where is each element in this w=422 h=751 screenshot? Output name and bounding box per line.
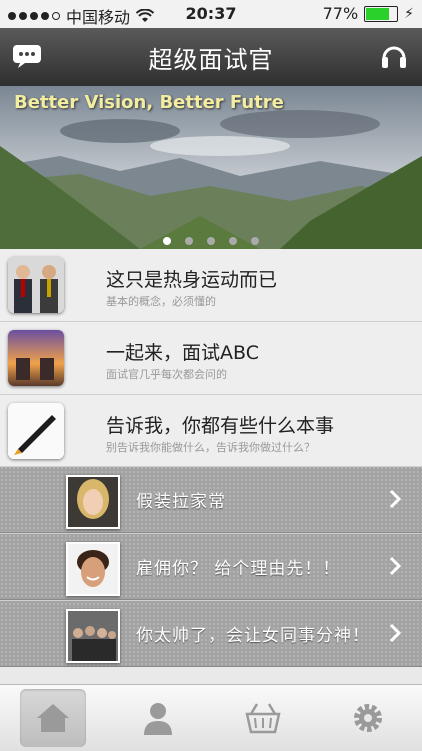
handshake-photo (8, 257, 64, 313)
featured-item[interactable]: 你太帅了，会让女同事分神！ (0, 600, 422, 667)
pen-paper-icon (8, 403, 64, 459)
battery-percent: 77% (322, 4, 359, 23)
list-item-title: 一起来，面试ABC (106, 342, 259, 364)
page-indicator[interactable] (0, 237, 422, 245)
status-bar: 中国移动 20:37 77% ⚡ (0, 0, 422, 28)
person-icon (143, 703, 172, 735)
featured-item-label: 雇佣你？ 给个理由先！！ (136, 559, 341, 579)
smiling-woman-photo (66, 542, 120, 596)
featured-item[interactable]: 雇佣你？ 给个理由先！！ (0, 533, 422, 600)
charging-icon: ⚡ (404, 5, 414, 22)
page-dot[interactable] (163, 237, 171, 245)
list-item-subtitle: 别告诉我你能做什么，告诉我你做过什么？ (106, 441, 315, 454)
list-item[interactable]: 告诉我，你都有些什么本事 别告诉我你能做什么，告诉我你做过什么？ (0, 395, 422, 468)
page-dot[interactable] (251, 237, 259, 245)
banner-tagline: Better Vision, Better Futre (14, 92, 284, 113)
tab-home[interactable] (0, 685, 105, 751)
tab-profile[interactable] (105, 685, 210, 751)
band-photo (66, 609, 120, 663)
featured-item-label: 假装拉家常 (136, 492, 226, 512)
banner-carousel[interactable]: Better Vision, Better Futre (0, 86, 422, 249)
headphones-icon[interactable] (380, 42, 408, 70)
home-icon (36, 704, 69, 732)
page-dot[interactable] (229, 237, 237, 245)
list-item-subtitle: 面试官几乎每次都会问的 (106, 368, 227, 381)
list-item-title: 这只是热身运动而已 (106, 269, 278, 291)
chevron-right-icon (389, 623, 402, 643)
list-item-title: 告诉我，你都有些什么本事 (106, 415, 335, 437)
battery-icon (364, 5, 399, 22)
app-title: 超级面试官 (148, 46, 274, 74)
battery-fill (366, 7, 390, 20)
battery-area: 77% ⚡ (323, 4, 414, 23)
featured-list: 假装拉家常 雇佣你？ 给个理由先！！ 你太帅了，会让女同事分神！ (0, 466, 422, 667)
page-dot[interactable] (207, 237, 215, 245)
list-item-subtitle: 基本的概念，必须懂的 (106, 295, 216, 308)
tab-bar (0, 684, 422, 751)
blonde-woman-photo (66, 475, 120, 529)
list-item[interactable]: 这只是热身运动而已 基本的概念，必须懂的 (0, 249, 422, 322)
chevron-right-icon (389, 489, 402, 509)
sunset-chairs-photo (8, 330, 64, 386)
featured-item-label: 你太帅了，会让女同事分神！ (136, 626, 370, 646)
page-dot[interactable] (185, 237, 193, 245)
basket-icon (244, 703, 281, 734)
chevron-right-icon (389, 556, 402, 576)
tab-basket[interactable] (210, 685, 315, 751)
topic-list: 这只是热身运动而已 基本的概念，必须懂的 一起来，面试ABC 面试官几乎每次都会… (0, 249, 422, 468)
featured-item[interactable]: 假装拉家常 (0, 466, 422, 533)
tab-settings[interactable] (315, 685, 420, 751)
gear-icon (353, 704, 382, 732)
list-item[interactable]: 一起来，面试ABC 面试官几乎每次都会问的 (0, 322, 422, 395)
nav-bar: 超级面试官 (0, 28, 422, 86)
